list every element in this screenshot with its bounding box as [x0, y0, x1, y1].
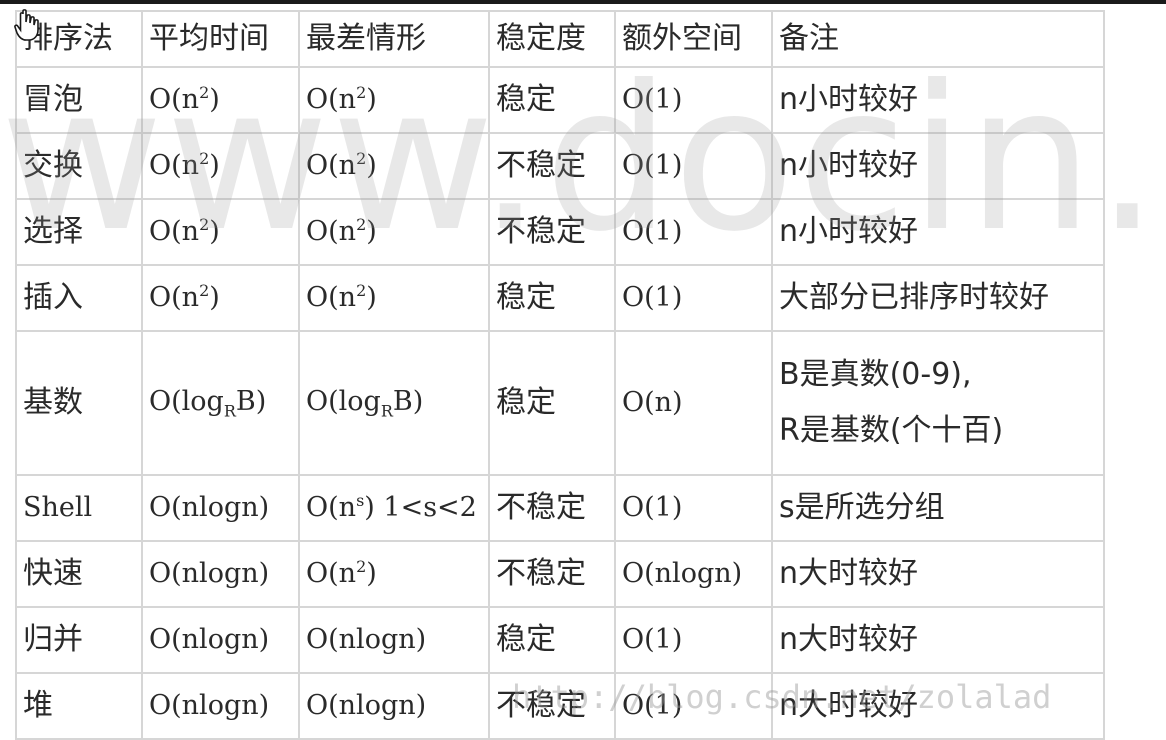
header-extra-space: 额外空间: [614, 10, 773, 68]
extra-space-cell: O(nlogn): [614, 540, 773, 608]
sorting-algorithms-table: 排序法 平均时间 最差情形 稳定度 额外空间 备注 冒泡 O(n2) O(n2)…: [15, 10, 1105, 740]
notes-cell: n小时较好: [771, 198, 1105, 266]
table-row: 基数 O(logRB) O(logRB) 稳定 O(n) B是真数(0-9), …: [15, 330, 1105, 476]
method-cell: Shell: [15, 474, 143, 542]
worst-case-cell: O(logRB): [298, 330, 490, 476]
table-row: 快速 O(nlogn) O(n2) 不稳定 O(nlogn) n大时较好: [15, 540, 1105, 608]
header-notes: 备注: [771, 10, 1105, 68]
table-row: Shell O(nlogn) O(ns) 1<s<2 不稳定 O(1) s是所选…: [15, 474, 1105, 542]
header-worst-case: 最差情形: [298, 10, 490, 68]
notes-cell: n大时较好: [771, 540, 1105, 608]
extra-space-cell: O(1): [614, 66, 773, 134]
notes-line-2: R是基数(个十百): [779, 413, 1004, 448]
average-time-cell: O(n2): [141, 132, 300, 200]
worst-case-cell: O(nlogn): [298, 606, 490, 674]
notes-cell: n小时较好: [771, 66, 1105, 134]
method-cell: 堆: [15, 672, 143, 740]
method-cell: 插入: [15, 264, 143, 332]
notes-cell: 大部分已排序时较好: [771, 264, 1105, 332]
extra-space-cell: O(1): [614, 606, 773, 674]
method-cell: 快速: [15, 540, 143, 608]
average-time-cell: O(n2): [141, 198, 300, 266]
worst-case-cell: O(n2): [298, 66, 490, 134]
table-row: 归并 O(nlogn) O(nlogn) 稳定 O(1) n大时较好: [15, 606, 1105, 674]
notes-cell: B是真数(0-9), R是基数(个十百): [771, 330, 1105, 476]
average-time-cell: O(nlogn): [141, 672, 300, 740]
average-time-cell: O(nlogn): [141, 474, 300, 542]
stability-cell: 稳定: [488, 264, 616, 332]
notes-cell: n大时较好: [771, 606, 1105, 674]
method-cell: 选择: [15, 198, 143, 266]
header-average-time: 平均时间: [141, 10, 300, 68]
stability-cell: 稳定: [488, 606, 616, 674]
table-row: 交换 O(n2) O(n2) 不稳定 O(1) n小时较好: [15, 132, 1105, 200]
average-time-cell: O(n2): [141, 264, 300, 332]
extra-space-cell: O(n): [614, 330, 773, 476]
table-row: 堆 O(nlogn) O(nlogn) 不稳定 O(1) n大时较好: [15, 672, 1105, 740]
worst-case-cell: O(n2): [298, 132, 490, 200]
extra-space-cell: O(1): [614, 672, 773, 740]
worst-case-cell: O(nlogn): [298, 672, 490, 740]
worst-case-cell: O(n2): [298, 264, 490, 332]
stability-cell: 稳定: [488, 66, 616, 134]
table-row: 选择 O(n2) O(n2) 不稳定 O(1) n小时较好: [15, 198, 1105, 266]
extra-space-cell: O(1): [614, 474, 773, 542]
notes-cell: s是所选分组: [771, 474, 1105, 542]
method-cell: 基数: [15, 330, 143, 476]
extra-space-cell: O(1): [614, 264, 773, 332]
header-stability: 稳定度: [488, 10, 616, 68]
notes-line-1: B是真数(0-9),: [779, 356, 972, 392]
extra-space-cell: O(1): [614, 198, 773, 266]
stability-cell: 不稳定: [488, 540, 616, 608]
top-border-line: [0, 0, 1166, 4]
table-row: 冒泡 O(n2) O(n2) 稳定 O(1) n小时较好: [15, 66, 1105, 134]
average-time-cell: O(nlogn): [141, 540, 300, 608]
worst-case-cell: O(ns) 1<s<2: [298, 474, 490, 542]
average-time-cell: O(logRB): [141, 330, 300, 476]
notes-cell: n大时较好: [771, 672, 1105, 740]
extra-space-cell: O(1): [614, 132, 773, 200]
worst-case-cell: O(n2): [298, 198, 490, 266]
stability-cell: 不稳定: [488, 672, 616, 740]
average-time-cell: O(n2): [141, 66, 300, 134]
hand-cursor-icon: [14, 9, 39, 41]
worst-case-cell: O(n2): [298, 540, 490, 608]
stability-cell: 稳定: [488, 330, 616, 476]
method-cell: 交换: [15, 132, 143, 200]
notes-cell: n小时较好: [771, 132, 1105, 200]
average-time-cell: O(nlogn): [141, 606, 300, 674]
stability-cell: 不稳定: [488, 474, 616, 542]
table-row: 插入 O(n2) O(n2) 稳定 O(1) 大部分已排序时较好: [15, 264, 1105, 332]
stability-cell: 不稳定: [488, 132, 616, 200]
stability-cell: 不稳定: [488, 198, 616, 266]
method-cell: 冒泡: [15, 66, 143, 134]
method-cell: 归并: [15, 606, 143, 674]
table-header-row: 排序法 平均时间 最差情形 稳定度 额外空间 备注: [15, 10, 1105, 68]
